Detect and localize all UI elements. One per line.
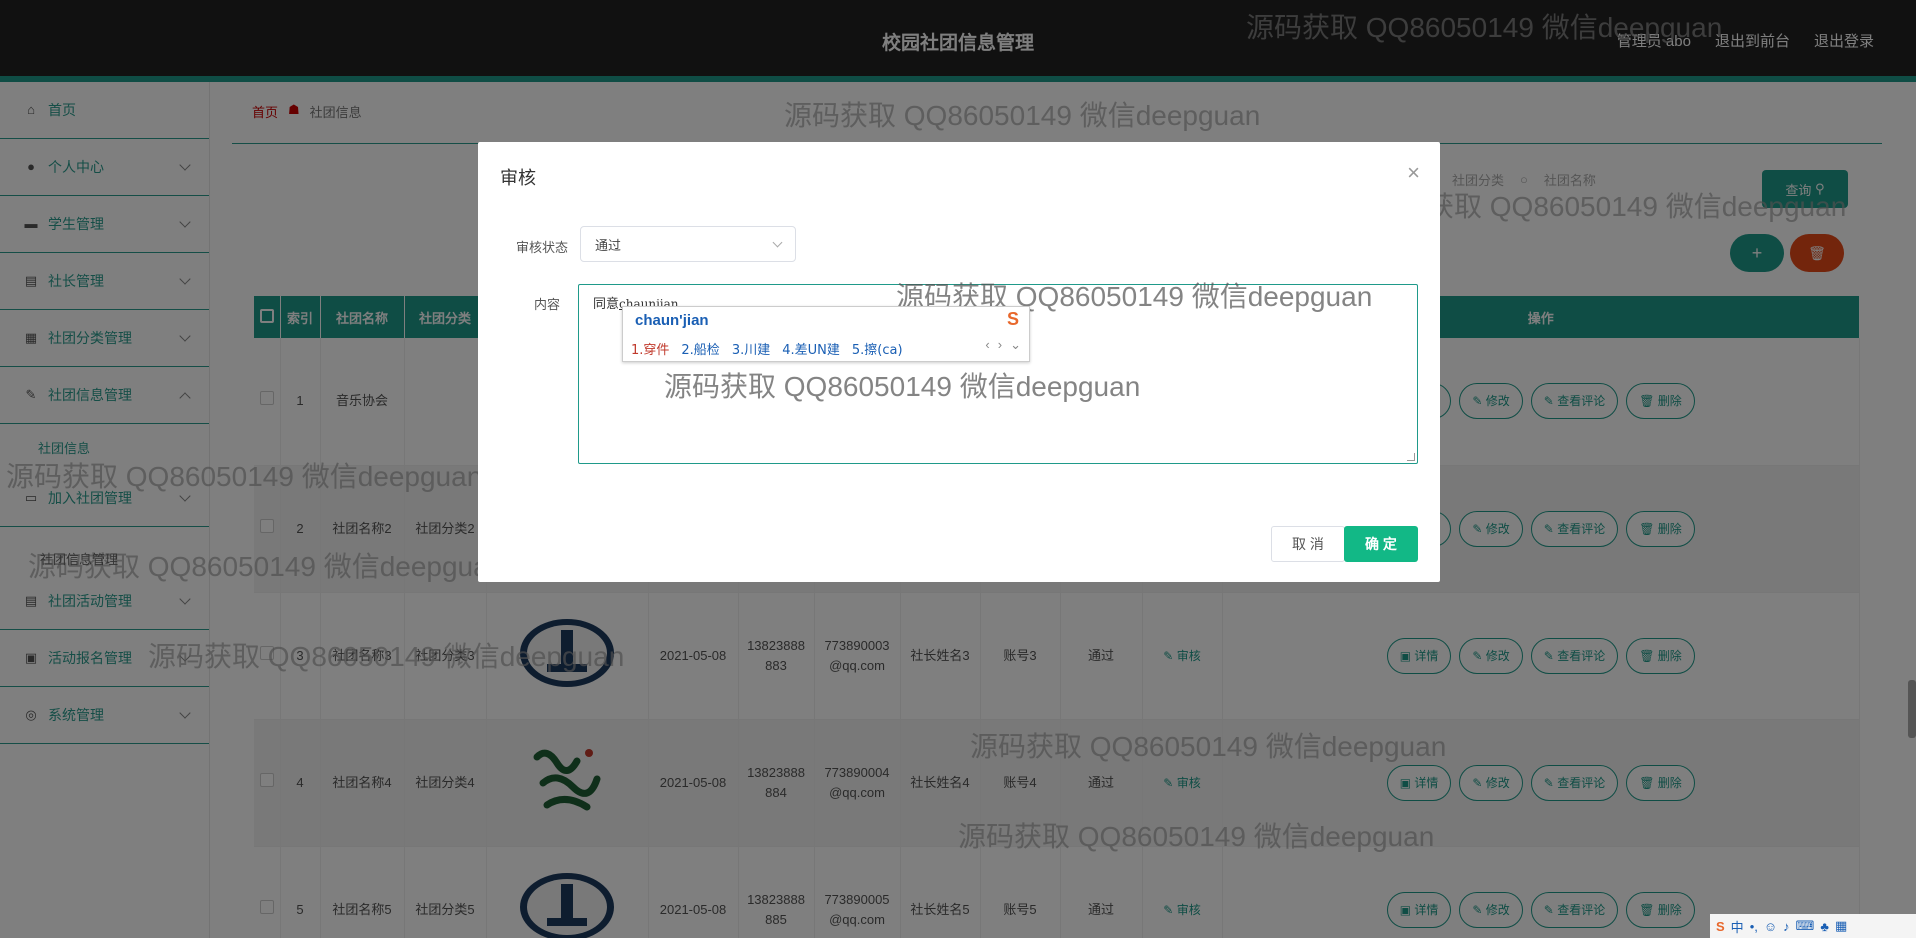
ime-paging: ‹ › ⌄ — [985, 337, 1021, 353]
ime-candidate[interactable]: 5.擦(ca) — [852, 339, 903, 358]
side-scroll-tab[interactable] — [1908, 680, 1916, 738]
chevron-down-icon — [772, 237, 783, 247]
audit-status-value: 通过 — [595, 237, 622, 253]
audit-dialog: 审核 × 审核状态 通过 内容 同意chaunjian 取 消 确 定 — [478, 142, 1440, 582]
punctuation-icon[interactable]: •, — [1750, 919, 1758, 934]
cancel-button[interactable]: 取 消 — [1271, 526, 1345, 562]
dialog-title: 审核 — [500, 168, 536, 188]
content-text: 同意 — [593, 296, 620, 311]
microphone-icon[interactable]: ♪ — [1783, 919, 1790, 934]
sogou-icon: S — [1006, 309, 1019, 329]
audit-status-label: 审核状态 — [515, 240, 568, 255]
ime-status-tray: S 中 •, ☺ ♪ ⌨ ♣ ▦ — [1710, 914, 1916, 938]
ime-candidate[interactable]: 3.川建 — [732, 339, 770, 358]
sogou-icon: S — [1716, 918, 1725, 934]
keyboard-icon[interactable]: ⌨ — [1796, 918, 1815, 934]
skin-icon[interactable]: ♣ — [1820, 919, 1829, 934]
ime-lang-indicator[interactable]: 中 — [1731, 917, 1744, 936]
emoji-icon[interactable]: ☺ — [1764, 919, 1777, 934]
audit-status-select[interactable]: 通过 — [580, 226, 796, 262]
chevron-down-icon[interactable]: ⌄ — [1010, 337, 1021, 353]
sidebar-subitem-shadow: 社团信息管理 — [40, 551, 119, 567]
confirm-button[interactable]: 确 定 — [1344, 526, 1418, 562]
ime-candidate[interactable]: 1.穿件 — [631, 339, 669, 358]
toolbox-icon[interactable]: ▦ — [1835, 918, 1847, 934]
content-label: 内容 — [533, 297, 560, 312]
ime-candidate[interactable]: 2.船检 — [681, 339, 719, 358]
ime-pinyin: chaun'jian — [635, 312, 709, 329]
chevron-right-icon[interactable]: › — [998, 337, 1002, 353]
ime-candidates: 1.穿件 2.船检 3.川建 4.差UN建 5.擦(ca) — [631, 339, 903, 358]
ime-candidate[interactable]: 4.差UN建 — [782, 339, 840, 358]
ime-candidate-window: chaun'jian S 1.穿件 2.船检 3.川建 4.差UN建 5.擦(c… — [622, 306, 1030, 362]
chevron-left-icon[interactable]: ‹ — [985, 337, 989, 353]
close-icon[interactable]: × — [1407, 160, 1420, 186]
resize-handle[interactable] — [1407, 453, 1415, 461]
